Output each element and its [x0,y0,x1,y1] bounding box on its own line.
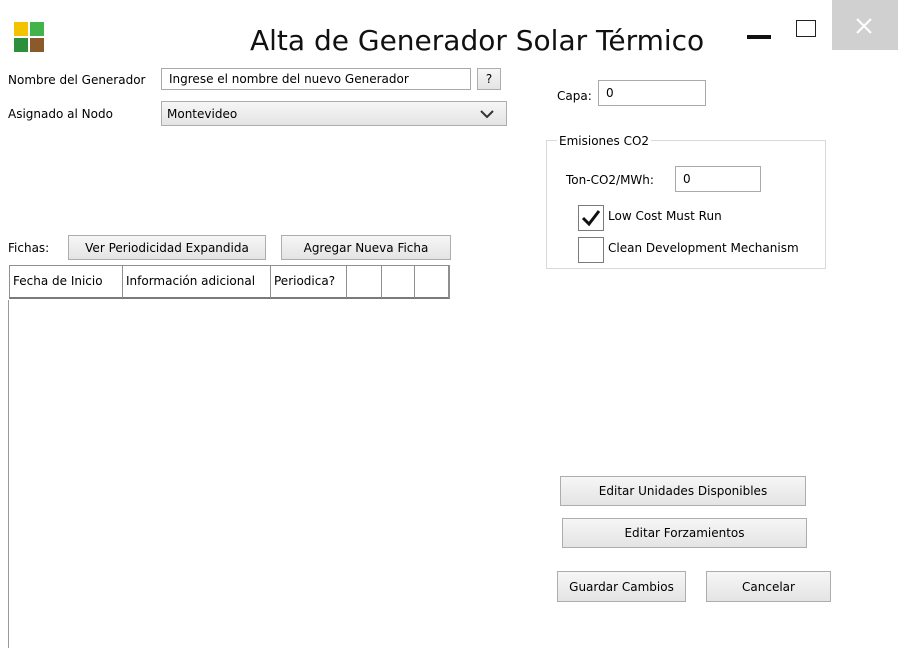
node-select-value: Montevideo [167,106,238,121]
minimize-icon [747,35,771,39]
save-button[interactable]: Guardar Cambios [557,571,686,602]
generator-name-label: Nombre del Generador [8,73,146,87]
low-cost-label: Low Cost Must Run [608,209,722,223]
capa-label: Capa: [557,89,592,103]
cdm-checkbox[interactable] [578,237,604,263]
edit-forcings-button[interactable]: Editar Forzamientos [562,518,807,548]
column-periodica[interactable]: Periodica? [271,266,347,298]
ton-co2-input[interactable]: 0 [675,166,761,192]
help-button[interactable]: ? [477,68,501,90]
maximize-button[interactable] [786,10,826,50]
checkmark-icon [581,210,601,227]
add-ficha-button[interactable]: Agregar Nueva Ficha [281,235,451,260]
column-extra-1[interactable] [347,266,382,298]
ton-co2-label: Ton-CO2/MWh: [566,173,654,187]
node-label: Asignado al Nodo [8,107,113,121]
node-select[interactable]: Montevideo [161,101,507,126]
window-title: Alta de Generador Solar Térmico [250,24,705,57]
fichas-label: Fichas: [8,241,50,255]
close-icon [856,18,872,34]
fichas-table[interactable]: Fecha de Inicio Información adicional Pe… [9,265,450,299]
edit-units-button[interactable]: Editar Unidades Disponibles [560,476,806,506]
left-panel-divider [8,300,9,648]
column-extra-3[interactable] [415,266,449,298]
cdm-label: Clean Development Mechanism [608,241,799,255]
app-logo-icon [14,22,44,52]
emisiones-title: Emisiones CO2 [557,133,652,149]
column-informacion-adicional[interactable]: Información adicional [123,266,271,298]
generator-name-input[interactable]: Ingrese el nombre del nuevo Generador [161,68,471,90]
maximize-icon [796,20,816,37]
column-extra-2[interactable] [382,266,415,298]
cancel-button[interactable]: Cancelar [706,571,831,602]
close-button[interactable] [832,0,898,50]
low-cost-checkbox[interactable] [578,205,604,231]
title-bar: Alta de Generador Solar Térmico [0,0,898,78]
column-fecha-inicio[interactable]: Fecha de Inicio [10,266,123,298]
minimize-button[interactable] [742,10,778,50]
chevron-down-icon [480,110,494,119]
capa-input[interactable]: 0 [598,80,706,106]
expand-periodicity-button[interactable]: Ver Periodicidad Expandida [68,235,266,260]
